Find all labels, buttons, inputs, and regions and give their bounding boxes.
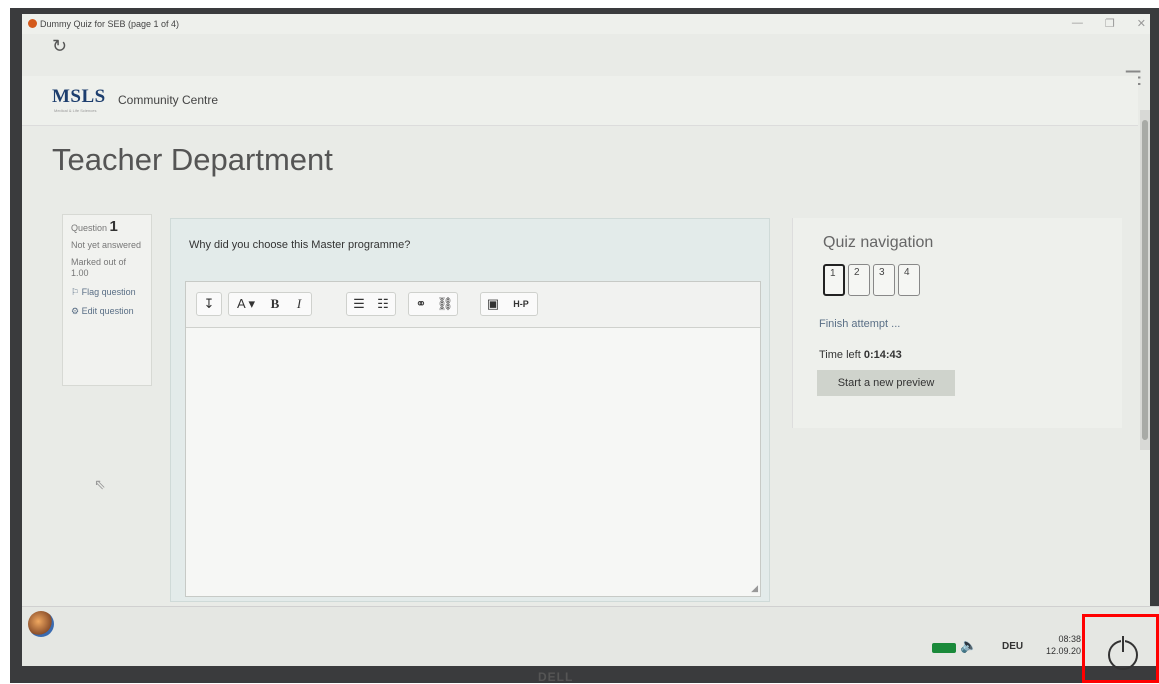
answer-text-area[interactable]	[186, 328, 760, 596]
toolbar-group-format: A ▾ B I	[228, 292, 312, 316]
maximize-button[interactable]: ❐	[1105, 17, 1115, 30]
bold-button[interactable]: B	[263, 293, 287, 315]
page-scrollbar[interactable]	[1140, 110, 1150, 450]
quiz-navigation-buttons: 1 2 3 4	[823, 264, 920, 296]
window-titlebar: Dummy Quiz for SEB (page 1 of 4) — ❐ ✕	[22, 14, 1150, 34]
collapse-toolbar-button[interactable]: ↧	[197, 293, 221, 315]
quiz-navigation-panel: Quiz navigation 1 2 3 4 Finish attempt .…	[792, 218, 1122, 428]
flag-icon: ⚐	[71, 287, 80, 297]
link-button[interactable]: ⚭	[409, 293, 433, 315]
question-content: Why did you choose this Master programme…	[170, 218, 770, 602]
page-title: Teacher Department	[52, 142, 333, 177]
seb-taskbar: 🔈 DEU 08:38 12.09.20	[22, 606, 1159, 666]
mouse-cursor-icon: ⇖	[94, 476, 106, 492]
question-text: Why did you choose this Master programme…	[189, 239, 411, 251]
seb-logo-icon[interactable]	[28, 611, 54, 637]
site-name[interactable]: Community Centre	[118, 93, 218, 107]
close-button[interactable]: ✕	[1137, 17, 1146, 30]
question-status: Not yet answered	[71, 240, 142, 250]
quiz-nav-button-4[interactable]: 4	[898, 264, 920, 296]
toolbar-group-collapse: ↧	[196, 292, 222, 316]
quiz-nav-button-1[interactable]: 1	[823, 264, 845, 296]
quiz-nav-button-2[interactable]: 2	[848, 264, 870, 296]
clock-time: 08:38	[1058, 634, 1082, 644]
browser-window: Dummy Quiz for SEB (page 1 of 4) — ❐ ✕ ↻…	[22, 14, 1150, 654]
ordered-list-button[interactable]: ☷	[371, 293, 395, 315]
reload-icon[interactable]: ↻	[52, 36, 67, 57]
start-new-preview-button[interactable]: Start a new preview	[817, 370, 955, 396]
monitor-brand: DELL	[538, 670, 574, 684]
window-controls: — ❐ ✕	[1072, 17, 1146, 30]
question-marks: Marked out of 1.00	[71, 257, 127, 278]
unordered-list-button[interactable]: ☰	[347, 293, 371, 315]
toolbar-group-lists: ☰ ☷	[346, 292, 396, 316]
app-icon	[28, 19, 37, 28]
toolbar-group-links: ⚭ ⛓	[408, 292, 458, 316]
clock-date: 12.09.20	[1046, 646, 1082, 656]
site-header: MSLS Medical & Life Sciences Community C…	[22, 76, 1138, 126]
editor-toolbar: ↧ A ▾ B I ☰ ☷ ⚭ ⛓ ▣ H-P	[186, 282, 760, 328]
logo-subtitle: Medical & Life Sciences	[54, 108, 97, 113]
battery-icon[interactable]	[932, 643, 956, 653]
toolbar-group-media: ▣ H-P	[480, 292, 538, 316]
question-info-panel: Question 1 Not yet answered Marked out o…	[62, 214, 152, 386]
window-title: Dummy Quiz for SEB (page 1 of 4)	[40, 19, 180, 29]
question-number: Question 1	[71, 218, 118, 235]
clock: 08:38 12.09.20	[1046, 633, 1081, 657]
resize-handle-icon[interactable]: ◢	[751, 583, 758, 594]
minimize-button[interactable]: —	[1072, 17, 1083, 30]
finish-attempt-link[interactable]: Finish attempt ...	[819, 318, 900, 330]
volume-icon[interactable]: 🔈	[960, 637, 977, 654]
italic-button[interactable]: I	[287, 293, 311, 315]
highlight-box	[1082, 614, 1159, 683]
unlink-button[interactable]: ⛓	[433, 293, 457, 315]
edit-question-link[interactable]: ⚙ Edit question	[71, 306, 143, 317]
quiz-navigation-title: Quiz navigation	[823, 234, 934, 251]
time-left-value: 0:14:43	[863, 349, 902, 361]
time-left: Time left 0:14:43	[819, 349, 902, 361]
keyboard-language[interactable]: DEU	[1002, 641, 1023, 652]
h5p-button[interactable]: H-P	[505, 293, 537, 315]
image-button[interactable]: ▣	[481, 293, 505, 315]
scrollbar-thumb[interactable]	[1142, 120, 1148, 440]
site-logo[interactable]: MSLS	[52, 86, 106, 108]
quiz-nav-button-3[interactable]: 3	[873, 264, 895, 296]
answer-editor: ↧ A ▾ B I ☰ ☷ ⚭ ⛓ ▣ H-P ◢	[185, 281, 761, 597]
font-style-button[interactable]: A ▾	[229, 293, 263, 315]
flag-question-link[interactable]: ⚐ Flag question	[71, 287, 143, 298]
gear-icon: ⚙	[71, 306, 80, 316]
